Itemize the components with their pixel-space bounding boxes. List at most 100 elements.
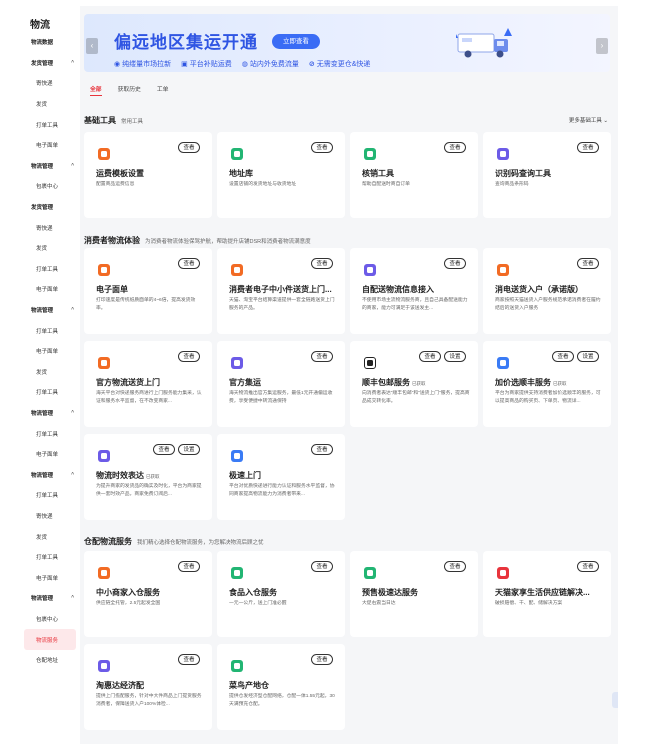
card-title: 运费模板设置 — [96, 168, 204, 179]
sidebar-item[interactable]: 发货 — [18, 362, 80, 383]
settings-button[interactable]: 设置 — [444, 351, 466, 362]
service-card[interactable]: 查看 消费者电子中小件送货上门... 天猫、淘宝平台结算渠道提供一套全链路送货上门服… — [217, 248, 345, 334]
view-button[interactable]: 查看 — [444, 561, 466, 572]
service-card[interactable]: 查看 设置 物流时效表达 已获取 为提升商家的发货品的确实及时化，平台为商家提供一套时效… — [84, 434, 212, 520]
sidebar-item[interactable]: 寄快递 — [18, 217, 80, 238]
view-button[interactable]: 查看 — [311, 561, 333, 572]
service-card[interactable]: 查看 设置 顺丰包邮服务 已获取 向消费者表达"顺丰包邮"和"送货上门"服务，提高商品成… — [350, 341, 478, 427]
view-button[interactable]: 查看 — [178, 258, 200, 269]
sidebar-group[interactable]: 物流管理 ^ — [18, 156, 80, 177]
card-description: 商家按照天猫送货入户服务规范承诺消费者在履约结后的送货入户服务 — [495, 298, 601, 311]
sidebar-item[interactable]: 电子面单 — [18, 135, 80, 156]
view-button[interactable]: 查看 — [311, 258, 333, 269]
view-button[interactable]: 查看 — [444, 258, 466, 269]
sidebar-item[interactable]: 寄快递 — [18, 506, 80, 527]
sidebar-item[interactable]: 寄快递 — [18, 73, 80, 94]
section-subtitle: 为消费者物流体验保驾护航，帮助提升店铺DSR和消费者物流满意度 — [145, 239, 311, 245]
service-card[interactable]: 查看 消电送货入户（承诺版） 商家按照天猫送货入户服务规范承诺消费者在履约结后的送货… — [483, 248, 611, 334]
card-actions: 查看 — [178, 561, 200, 572]
service-card[interactable]: 查看 设置 加价选顺丰服务 已获取 平台为商家提供支持消费者加价选顺丰的服务，可以提高商… — [483, 341, 611, 427]
sidebar-group[interactable]: 物流数据 — [18, 32, 80, 53]
banner-feature: ▣ 平台补贴运费 — [181, 59, 232, 69]
tab-0[interactable]: 全部 — [90, 84, 102, 96]
sidebar-item[interactable]: 电子面单 — [18, 444, 80, 465]
sidebar-group[interactable]: 物流管理 ^ — [18, 588, 80, 609]
service-card[interactable]: 查看 识别码查询工具 查询商品条形码 — [483, 132, 611, 218]
view-button[interactable]: 查看 — [311, 142, 333, 153]
sidebar-item[interactable]: 发货 — [18, 526, 80, 547]
sidebar-item[interactable]: 电子面单 — [18, 341, 80, 362]
sidebar-item[interactable]: 打单工具 — [18, 485, 80, 506]
service-card[interactable]: 查看 电子面单 打印速度是传统纸质面单的4~6倍，提高发货效率。 — [84, 248, 212, 334]
sidebar-group[interactable]: 物流管理 ^ — [18, 403, 80, 424]
view-button[interactable]: 查看 — [311, 351, 333, 362]
card-actions: 查看 — [444, 258, 466, 269]
sidebar-group[interactable]: 物流管理 ^ — [18, 464, 80, 485]
banner-prev-arrow-icon[interactable]: ‹ — [86, 38, 98, 54]
view-button[interactable]: 查看 — [444, 142, 466, 153]
sidebar-group[interactable]: 物流管理 ^ — [18, 300, 80, 321]
service-card[interactable]: 查看 预售极速达服务 大促右震当日达 — [350, 551, 478, 637]
view-button[interactable]: 查看 — [577, 561, 599, 572]
tab-1[interactable]: 获取历史 — [118, 84, 141, 96]
service-card[interactable]: 查看 地址库 设置店铺的发货地址与收货地址 — [217, 132, 345, 218]
settings-button[interactable]: 设置 — [577, 351, 599, 362]
sidebar-item[interactable]: 包裹中心 — [18, 609, 80, 630]
promo-banner[interactable]: ‹ 偏远地区集运开通 立即查看 ◉ 纯缕量市场拉新 ▣ 平台补贴运费 ◍ 站内外免费流量 ⊘… — [84, 14, 610, 72]
view-button[interactable]: 查看 — [577, 258, 599, 269]
sidebar-item[interactable]: 打单工具 — [18, 382, 80, 403]
view-button[interactable]: 查看 — [311, 444, 333, 455]
sidebar-item[interactable]: 打单工具 — [18, 547, 80, 568]
floating-side-tab[interactable] — [612, 692, 618, 708]
sidebar-item-label: 物流管理 — [31, 472, 54, 479]
view-button[interactable]: 查看 — [311, 654, 333, 665]
service-card[interactable]: 查看 官方集运 海天物流推出官方集运服务，最低1元开通偏运收费，享受便捷中转流通保持 — [217, 341, 345, 427]
sidebar-item[interactable]: 物流服务 — [24, 629, 76, 650]
view-button[interactable]: 查看 — [178, 351, 200, 362]
tab-2[interactable]: 工单 — [157, 84, 169, 96]
sidebar-group[interactable]: 发货管理 — [18, 197, 80, 218]
view-button[interactable]: 查看 — [419, 351, 441, 362]
service-card[interactable]: 查看 自配送物流信息接入 不使用市场主流物流服务商，且自己具备配送能力的商家，能力可… — [350, 248, 478, 334]
service-card[interactable]: 查看 菜鸟产地仓 提供仓发经济型仓配网络，仓配一体1.55元起，30天满预充仓配。 — [217, 644, 345, 730]
service-card[interactable]: 查看 核销工具 帮助自配送时商自订单 — [350, 132, 478, 218]
banner-view-button[interactable]: 立即查看 — [272, 34, 320, 49]
sidebar-item[interactable]: 发货 — [18, 94, 80, 115]
sidebar-group[interactable]: 发货管理 ^ — [18, 53, 80, 74]
view-button[interactable]: 查看 — [178, 654, 200, 665]
service-card[interactable]: 查看 中小商家入仓服务 供应链全托管，2.5元起发全国 — [84, 551, 212, 637]
card-title-text: 运费模板设置 — [96, 169, 144, 178]
view-button[interactable]: 查看 — [577, 142, 599, 153]
banner-next-arrow-icon[interactable]: › — [596, 38, 608, 54]
settings-button[interactable]: 设置 — [178, 444, 200, 455]
view-button[interactable]: 查看 — [552, 351, 574, 362]
card-actions: 查看 — [178, 258, 200, 269]
card-description: 设置店铺的发货地址与收货地址 — [229, 182, 297, 187]
main-content: ‹ 偏远地区集运开通 立即查看 ◉ 纯缕量市场拉新 ▣ 平台补贴运费 ◍ 站内外免费流量 ⊘… — [84, 6, 618, 744]
view-button[interactable]: 查看 — [178, 142, 200, 153]
service-card[interactable]: 查看 极速上门 平台对优质快递进行能力认证和服务水平监督，协同商家提高物流能力为消费… — [217, 434, 345, 520]
supply-chain-icon — [497, 567, 509, 579]
card-title-text: 核销工具 — [362, 169, 394, 178]
service-card[interactable]: 查看 官方物流送货上门 海天平台对快递服务商进行上门服务能力集采，认证和服务水平监督… — [84, 341, 212, 427]
sidebar-item[interactable]: 电子面单 — [18, 279, 80, 300]
more-basic-tools-link[interactable]: 更多基础工具 ⌄ — [569, 116, 608, 124]
sidebar-item[interactable]: 打单工具 — [18, 259, 80, 280]
view-button[interactable]: 查看 — [153, 444, 175, 455]
sidebar-item[interactable]: 包裹中心 — [18, 176, 80, 197]
view-button[interactable]: 查看 — [178, 561, 200, 572]
sidebar-item[interactable]: 仓配地址 — [18, 650, 80, 671]
shield-check-icon: ◉ — [114, 61, 121, 68]
service-card[interactable]: 查看 食品入仓服务 一元一公斤，送上门准必醒 — [217, 551, 345, 637]
sidebar-item[interactable]: 发货 — [18, 238, 80, 259]
service-card[interactable]: 查看 淘惠达经济配 提供上门揽配服务，针对中大件商品上门提货服务消费者，保障送货入户… — [84, 644, 212, 730]
warehouse-icon — [98, 567, 110, 579]
service-card[interactable]: 查看 运费模板设置 配置商品运费信息 — [84, 132, 212, 218]
card-description: 为提升商家的发货品的确实及时化，平台为商家提供一套时效产品，商家免费订阅后... — [96, 484, 202, 497]
sidebar-item[interactable]: 电子面单 — [18, 567, 80, 588]
service-card[interactable]: 查看 天猫家享生活供应链解决... 破损赔偿、干、配、储解决方案 — [483, 551, 611, 637]
sidebar-item[interactable]: 打单工具 — [18, 320, 80, 341]
sidebar-item[interactable]: 打单工具 — [18, 114, 80, 135]
sidebar-item[interactable]: 打单工具 — [18, 423, 80, 444]
sidebar-item-label: 电子面单 — [36, 575, 59, 582]
